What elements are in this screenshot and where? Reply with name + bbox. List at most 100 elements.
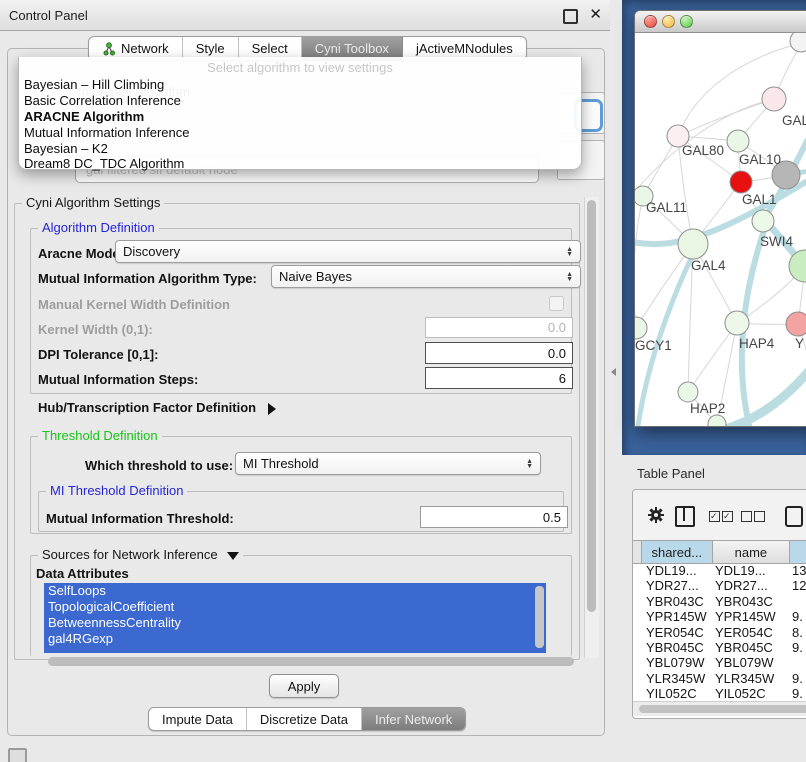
table-row[interactable]: YIL052CYIL052C9. xyxy=(633,686,806,700)
tab-network-label: Network xyxy=(121,41,169,56)
node[interactable] xyxy=(790,33,806,52)
table-rows: YDL19...YDL19...13 YDR27... YDR27... 12 YB… xyxy=(633,563,806,700)
algorithm-definition-title: Algorithm Definition xyxy=(38,220,159,235)
minimize-window-icon[interactable] xyxy=(662,15,675,28)
mi-threshold-group-title: MI Threshold Definition xyxy=(46,483,187,498)
control-panel-titlebar: Control Panel ✕ xyxy=(0,0,610,31)
table-toolbar: ✓ ✓ xyxy=(633,490,806,540)
tab-infer-network[interactable]: Infer Network xyxy=(362,708,465,730)
node-label: Y xyxy=(795,336,804,351)
which-threshold-combo[interactable]: MI Threshold ▲▼ xyxy=(235,452,541,475)
table-hscrollbar-thumb[interactable] xyxy=(639,705,806,713)
attribute-item[interactable]: SelfLoops xyxy=(44,583,546,599)
settings-hscrollbar-thumb[interactable] xyxy=(48,657,574,666)
collapse-arrow-icon xyxy=(227,552,239,560)
node-hap4[interactable] xyxy=(725,311,749,335)
splitter-collapse-icon[interactable] xyxy=(611,368,616,376)
table-options-icon[interactable] xyxy=(785,506,803,527)
cell: YLR345W xyxy=(646,671,705,686)
close-panel-icon[interactable]: ✕ xyxy=(589,5,602,23)
apply-button[interactable]: Apply xyxy=(269,674,339,698)
attribute-item[interactable]: BetweennessCentrality xyxy=(44,615,546,631)
network-graph: GAL GAL80 GAL10 GAL1 GAL11 SWI4 GAL4 GCY… xyxy=(635,33,806,426)
combo-arrows-icon: ▲▼ xyxy=(560,272,573,282)
network-window-titlebar xyxy=(635,11,806,33)
sources-group-title[interactable]: Sources for Network Inference xyxy=(38,547,243,562)
column-header-shared[interactable]: shared... xyxy=(642,541,713,563)
cell: YDR27... xyxy=(715,578,768,593)
table-row[interactable]: YDL19...YDL19...13 xyxy=(633,563,806,578)
node-swi4[interactable] xyxy=(752,210,774,232)
cell: 9. xyxy=(792,609,803,624)
table-row[interactable]: YLR345WYLR345W9. xyxy=(633,671,806,686)
column-header-name[interactable]: name xyxy=(713,541,791,563)
tab-impute-data[interactable]: Impute Data xyxy=(149,708,247,730)
columns-icon-divider xyxy=(683,508,685,521)
node-gal4[interactable] xyxy=(678,229,708,259)
mi-type-combo[interactable]: Naive Bayes ▲▼ xyxy=(271,265,581,288)
node-hap2[interactable] xyxy=(678,382,698,402)
node-labels: GAL GAL80 GAL10 GAL1 GAL11 SWI4 GAL4 GCY… xyxy=(635,113,806,416)
node-gal10[interactable] xyxy=(727,130,749,152)
table-row[interactable]: YER054CYER054C8. xyxy=(633,625,806,640)
network-canvas[interactable]: GAL GAL80 GAL10 GAL1 GAL11 SWI4 GAL4 GCY… xyxy=(635,33,806,426)
node-label: GAL11 xyxy=(646,200,687,215)
dpi-tolerance-field[interactable]: 0.0 xyxy=(425,342,573,364)
minimized-panel-icon[interactable] xyxy=(8,748,27,762)
combo-arrows-icon: ▲▼ xyxy=(560,247,573,257)
aracne-mode-combo[interactable]: Discovery ▲▼ xyxy=(115,240,581,263)
row-header-corner xyxy=(633,541,642,563)
dropdown-item-dream8[interactable]: Dream8 DC_TDC Algorithm xyxy=(24,156,184,171)
table-row[interactable]: YDR27... YDR27... 12 xyxy=(633,578,806,593)
mi-steps-field[interactable]: 6 xyxy=(425,367,573,389)
kernel-width-label: Kernel Width (0,1): xyxy=(38,322,153,337)
table-row[interactable]: YBR045CYBR045C9. xyxy=(633,640,806,655)
close-window-icon[interactable] xyxy=(644,15,657,28)
node-label: GAL xyxy=(782,113,806,128)
table-row[interactable]: YPR145WYPR145W9. xyxy=(633,609,806,624)
node[interactable] xyxy=(762,87,786,111)
node-label: GAL10 xyxy=(739,152,781,167)
threshold-definition-title: Threshold Definition xyxy=(38,428,162,443)
data-attributes-label: Data Attributes xyxy=(36,566,129,581)
manual-kernel-checkbox[interactable] xyxy=(549,296,564,311)
cell: 12 xyxy=(792,578,806,593)
column-header-partial[interactable] xyxy=(790,541,806,563)
mi-type-value: Naive Bayes xyxy=(279,269,352,284)
dropdown-item-bayesian-hill-climbing[interactable]: Bayesian – Hill Climbing xyxy=(24,77,164,92)
settings-vscrollbar-thumb[interactable] xyxy=(587,200,596,612)
table-row[interactable]: YBL079WYBL079W xyxy=(633,655,806,670)
tab-jactivemnodules-label: jActiveMNodules xyxy=(416,41,513,56)
dropdown-item-bayesian-k2[interactable]: Bayesian – K2 xyxy=(24,141,108,156)
aracne-mode-value: Discovery xyxy=(123,244,180,259)
hub-definition-disclosure[interactable]: Hub/Transcription Factor Definition xyxy=(38,400,276,415)
gear-icon[interactable] xyxy=(647,506,665,524)
node-gcy1[interactable] xyxy=(635,317,647,339)
cell: YDR27... xyxy=(646,578,699,593)
node-pink[interactable] xyxy=(786,312,806,336)
attribute-item[interactable]: TopologicalCoefficient xyxy=(44,599,546,615)
mi-threshold-field[interactable]: 0.5 xyxy=(420,506,568,528)
attribute-item[interactable]: gal4RGexp xyxy=(44,631,546,647)
node-gal1-selected[interactable] xyxy=(730,171,752,193)
mi-threshold-value: 0.5 xyxy=(543,510,561,525)
attributes-scrollbar-thumb[interactable] xyxy=(535,586,544,648)
float-panel-icon[interactable] xyxy=(563,9,578,24)
table-row[interactable]: YBR043CYBR043C xyxy=(633,594,806,609)
columns-icon[interactable] xyxy=(675,506,695,527)
cell: 8. xyxy=(792,625,803,640)
table-hscrollbar[interactable] xyxy=(633,701,806,716)
dropdown-item-basic-correlation[interactable]: Basic Correlation Inference xyxy=(24,93,181,108)
zoom-window-icon[interactable] xyxy=(680,15,693,28)
dropdown-item-aracne[interactable]: ARACNE Algorithm xyxy=(24,109,144,124)
tab-discretize-data[interactable]: Discretize Data xyxy=(247,708,362,730)
table-panel-title: Table Panel xyxy=(637,466,705,481)
which-threshold-value: MI Threshold xyxy=(243,456,319,471)
cell: 9. xyxy=(792,640,803,655)
kernel-width-field: 0.0 xyxy=(425,317,573,338)
dropdown-item-mutual-information[interactable]: Mutual Information Inference xyxy=(24,125,189,140)
deselect-all-checkboxes-icon[interactable] xyxy=(741,511,765,522)
aracne-mode-label: Aracne Mode: xyxy=(38,246,124,261)
select-all-checkboxes-icon[interactable]: ✓ ✓ xyxy=(709,511,733,522)
network-view-window: GAL GAL80 GAL10 GAL1 GAL11 SWI4 GAL4 GCY… xyxy=(634,10,806,427)
